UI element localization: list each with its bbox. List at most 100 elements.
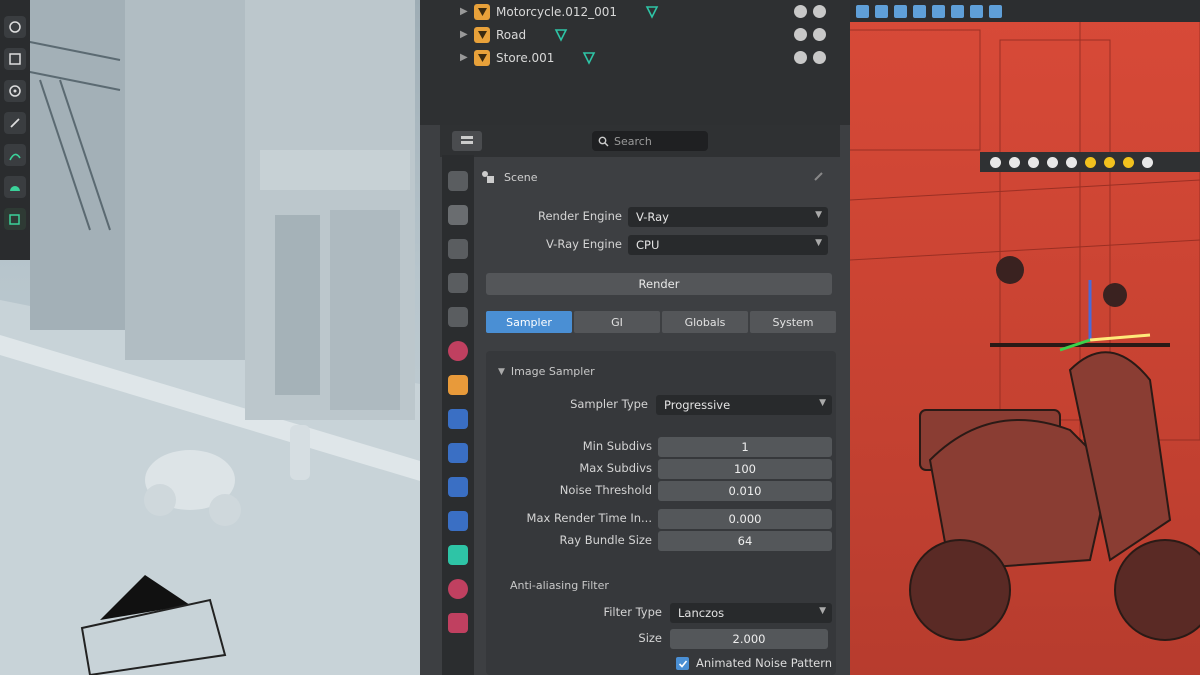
chevron-down-icon: ▼ (815, 210, 822, 220)
image-sampler-header[interactable]: ▼ Image Sampler (498, 365, 595, 378)
image-sampler-panel: ▼ Image Sampler Sampler Type Progressive… (486, 351, 836, 675)
dome-light-icon[interactable] (1104, 156, 1115, 168)
tab-system[interactable]: System (750, 311, 836, 333)
lamp-icon[interactable] (1085, 156, 1096, 168)
wireframe-scene-illustration (850, 19, 1200, 641)
light-icon[interactable] (1009, 156, 1020, 168)
noise-threshold-field[interactable]: 0.010 (658, 481, 832, 501)
search-input[interactable]: Search (592, 131, 708, 151)
transform-icon (9, 85, 21, 97)
vray-engine-dropdown[interactable]: CPU ▼ (628, 235, 828, 255)
chevron-down-icon: ▼ (819, 398, 826, 408)
add-cube-tool-button[interactable] (4, 176, 26, 198)
rotate-tool-button[interactable] (4, 16, 26, 38)
tab-constraints[interactable] (448, 511, 468, 531)
measure-tool-button[interactable] (4, 144, 26, 166)
half-dome-icon (10, 186, 20, 191)
overlay-toggle-button[interactable] (913, 4, 926, 18)
expand-chevron-icon[interactable]: ▶ (460, 6, 474, 17)
properties-editor-area: ▶ Motorcycle.012_001 ▶ Road ▶ Store.001 … (420, 0, 850, 675)
animated-noise-checkbox[interactable] (676, 657, 689, 670)
max-subdivs-field[interactable]: 100 (658, 459, 832, 479)
tab-scene[interactable] (448, 307, 468, 327)
transform-tool-button[interactable] (4, 80, 26, 102)
tab-tool[interactable] (448, 171, 468, 191)
collapse-triangle-icon: ▼ (498, 366, 505, 377)
render-engine-dropdown[interactable]: V-Ray ▼ (628, 207, 828, 227)
sun-icon[interactable] (1123, 156, 1134, 168)
modifier-icon[interactable] (582, 51, 596, 65)
antialiasing-filter-header[interactable]: Anti-aliasing Filter (510, 579, 609, 592)
render-preview-button[interactable] (989, 4, 1002, 18)
max-render-time-label: Max Render Time In... (526, 511, 652, 525)
antialiasing-filter-title: Anti-aliasing Filter (510, 579, 609, 592)
render-camera-icon[interactable] (813, 28, 826, 41)
editor-type-button[interactable] (452, 131, 482, 151)
shading-mode-button[interactable] (951, 4, 964, 18)
rotate-icon (9, 21, 21, 33)
tab-world[interactable] (448, 341, 468, 361)
outliner-item-label: Motorcycle.012_001 (496, 4, 618, 19)
min-subdivs-field[interactable]: 1 (658, 437, 832, 457)
outliner-item-road[interactable]: ▶ Road (460, 23, 840, 46)
bar-chart-icon[interactable] (1142, 156, 1153, 168)
xray-toggle-button[interactable] (932, 4, 945, 18)
tab-modifiers[interactable] (448, 409, 468, 429)
modifier-icon[interactable] (645, 5, 659, 19)
snap-toggle-button[interactable] (875, 4, 888, 18)
camera-icon[interactable] (990, 156, 1001, 168)
max-render-time-field[interactable]: 0.000 (658, 509, 832, 529)
viewport-header (850, 0, 1200, 22)
tab-output[interactable] (448, 239, 468, 259)
ray-bundle-size-field[interactable]: 64 (658, 531, 832, 551)
tab-sampler[interactable]: Sampler (486, 311, 572, 333)
noise-threshold-label: Noise Threshold (559, 483, 652, 497)
min-subdivs-label: Min Subdivs (582, 439, 652, 453)
render-button[interactable]: Render (486, 273, 832, 295)
tab-texture[interactable] (448, 613, 468, 633)
checkmark-icon (678, 659, 687, 668)
properties-header: Search (440, 125, 840, 157)
pin-icon[interactable] (812, 169, 826, 183)
render-camera-icon[interactable] (813, 51, 826, 64)
scale-tool-button[interactable] (4, 48, 26, 70)
tab-physics[interactable] (448, 477, 468, 497)
vray-settings-tabs: Sampler GI Globals System (486, 311, 836, 333)
expand-chevron-icon[interactable]: ▶ (460, 29, 474, 40)
search-placeholder: Search (614, 134, 652, 148)
visibility-eye-icon[interactable] (794, 51, 807, 64)
tab-render[interactable] (448, 205, 468, 225)
size-label: Size (638, 631, 662, 645)
annotate-tool-button[interactable] (4, 112, 26, 134)
tab-globals[interactable]: Globals (662, 311, 748, 333)
sphere-icon[interactable] (1028, 156, 1039, 168)
sampler-type-dropdown[interactable]: Progressive ▼ (656, 395, 832, 415)
tab-particles[interactable] (448, 443, 468, 463)
view-mode-button[interactable] (856, 4, 869, 18)
left-viewport[interactable] (0, 0, 450, 675)
expand-chevron-icon[interactable]: ▶ (460, 52, 474, 63)
render-engine-label: Render Engine (537, 209, 622, 223)
gizmo-toggle-button[interactable] (970, 4, 983, 18)
outliner-item-store[interactable]: ▶ Store.001 (460, 46, 840, 69)
proportional-edit-button[interactable] (894, 4, 907, 18)
filter-type-dropdown[interactable]: Lanczos ▼ (670, 603, 832, 623)
outliner-item-motorcycle[interactable]: ▶ Motorcycle.012_001 (460, 0, 840, 23)
tab-material[interactable] (448, 579, 468, 599)
search-icon (598, 136, 609, 146)
list-icon[interactable] (1066, 156, 1077, 168)
right-viewport-wireframe[interactable] (850, 0, 1200, 675)
filter-type-label: Filter Type (603, 605, 662, 619)
size-field[interactable]: 2.000 (670, 629, 828, 649)
tab-gi[interactable]: GI (574, 311, 660, 333)
add-object-tool-button[interactable] (4, 208, 26, 230)
modifier-icon[interactable] (554, 28, 568, 42)
tab-object[interactable] (448, 375, 468, 395)
visibility-eye-icon[interactable] (794, 5, 807, 18)
tab-data[interactable] (448, 545, 468, 565)
visibility-eye-icon[interactable] (794, 28, 807, 41)
sampler-type-value: Progressive (664, 398, 731, 412)
tab-view-layer[interactable] (448, 273, 468, 293)
render-camera-icon[interactable] (813, 5, 826, 18)
grid-icon[interactable] (1047, 156, 1058, 168)
